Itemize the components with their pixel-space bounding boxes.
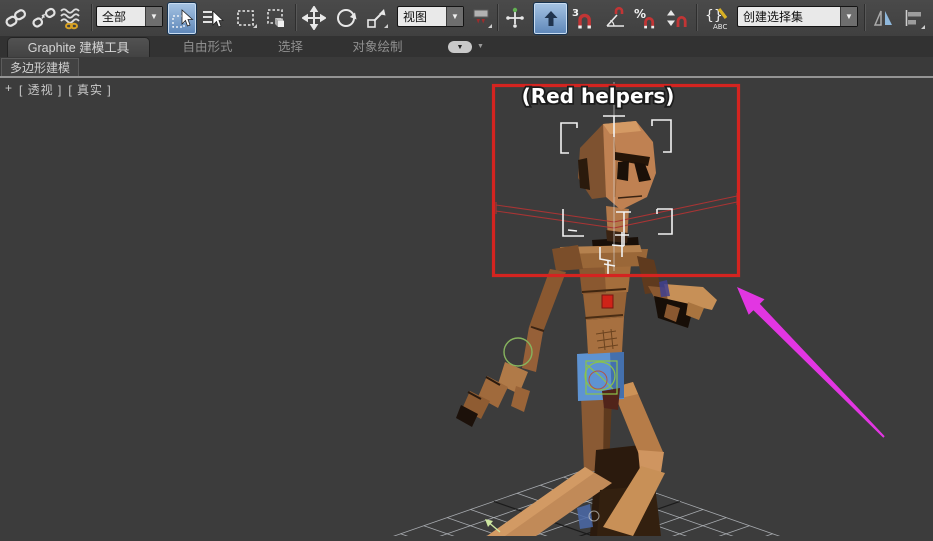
3dsmax-window: { "toolbar": { "selection_filter": "全部",… — [0, 0, 933, 536]
viewport-menu-shading[interactable]: [ 真实 ] — [68, 81, 111, 98]
snap-toggle-3d-button[interactable]: 3 — [570, 2, 596, 33]
svg-text:ABC: ABC — [713, 23, 727, 31]
named-selection-set-dropdown[interactable]: 创建选择集 ▼ — [737, 6, 858, 27]
tab-object-paint[interactable]: 对象绘制 — [330, 37, 425, 57]
toolbar-separator — [295, 4, 297, 31]
tab-freeform[interactable]: 自由形式 — [160, 37, 255, 57]
ribbon-collapse-button[interactable]: ▼ — [448, 41, 472, 53]
select-and-scale-button[interactable] — [363, 2, 391, 33]
chevron-down-icon[interactable]: ▼ — [477, 43, 484, 50]
edit-named-selection-sets-button[interactable]: {} ABC — [702, 2, 732, 33]
keyboard-shortcut-override-button[interactable] — [533, 2, 568, 35]
grid-axis-arrow — [485, 519, 500, 532]
window-crossing-toggle-button[interactable] — [263, 2, 291, 33]
svg-text:3: 3 — [572, 8, 579, 19]
use-pivot-point-center-button[interactable] — [467, 2, 495, 33]
select-object-button[interactable] — [167, 2, 197, 35]
chevron-down-icon[interactable]: ▼ — [840, 7, 857, 26]
select-by-name-button[interactable] — [198, 2, 226, 33]
bind-to-space-warp-icon[interactable] — [58, 2, 86, 33]
mirror-button[interactable] — [869, 2, 896, 33]
unlink-selection-icon[interactable] — [30, 2, 58, 33]
tab-graphite-modeling[interactable]: Graphite 建模工具 — [7, 37, 150, 57]
rectangular-selection-region-button[interactable] — [232, 2, 260, 33]
toolbar-separator — [864, 4, 866, 31]
select-and-manipulate-button[interactable] — [501, 2, 529, 33]
svg-text:%: % — [634, 7, 646, 21]
viewport-menu-plus[interactable]: + — [5, 81, 13, 98]
align-button[interactable] — [899, 2, 929, 33]
reference-coordinate-system-dropdown[interactable]: 视图 ▼ — [397, 6, 464, 27]
tab-polygon-modeling[interactable]: 多边形建模 — [1, 58, 79, 76]
coord-system-value: 视图 — [403, 8, 427, 25]
named-selection-set-value: 创建选择集 — [743, 8, 803, 25]
select-and-rotate-button[interactable] — [332, 2, 360, 33]
toolbar-separator — [91, 4, 93, 31]
ribbon-panel-row: 多边形建模 — [0, 57, 933, 76]
toolbar-separator — [696, 4, 698, 31]
tab-selection[interactable]: 选择 — [258, 37, 323, 57]
character-model[interactable] — [456, 121, 717, 536]
chevron-down-icon[interactable]: ▼ — [145, 7, 162, 26]
viewport-canvas[interactable]: (Red helpers) — [0, 78, 933, 536]
toolbar-separator — [497, 4, 499, 31]
annotation-text: (Red helpers) — [522, 84, 675, 108]
spinner-snap-toggle-button[interactable] — [662, 2, 690, 33]
main-toolbar: 全部 ▼ — [0, 0, 933, 37]
torso-red-helper — [602, 295, 613, 308]
select-and-move-button[interactable] — [300, 2, 328, 33]
chevron-down-icon[interactable]: ▼ — [446, 7, 463, 26]
perspective-viewport[interactable]: + [ 透视 ] [ 真实 ] — [0, 78, 933, 536]
selection-filter-value: 全部 — [102, 8, 126, 25]
selection-filter-dropdown[interactable]: 全部 ▼ — [96, 6, 163, 27]
ribbon-tab-bar: Graphite 建模工具 自由形式 选择 对象绘制 ▼ ▼ — [0, 36, 933, 57]
percent-snap-toggle-button[interactable]: % — [631, 2, 659, 33]
select-and-link-icon[interactable] — [2, 2, 30, 33]
viewport-label: + [ 透视 ] [ 真实 ] — [5, 81, 112, 98]
angle-snap-toggle-button[interactable] — [601, 2, 628, 33]
annotation-arrow — [737, 287, 885, 438]
foot-helper — [577, 504, 593, 529]
viewport-menu-view[interactable]: [ 透视 ] — [19, 81, 62, 98]
